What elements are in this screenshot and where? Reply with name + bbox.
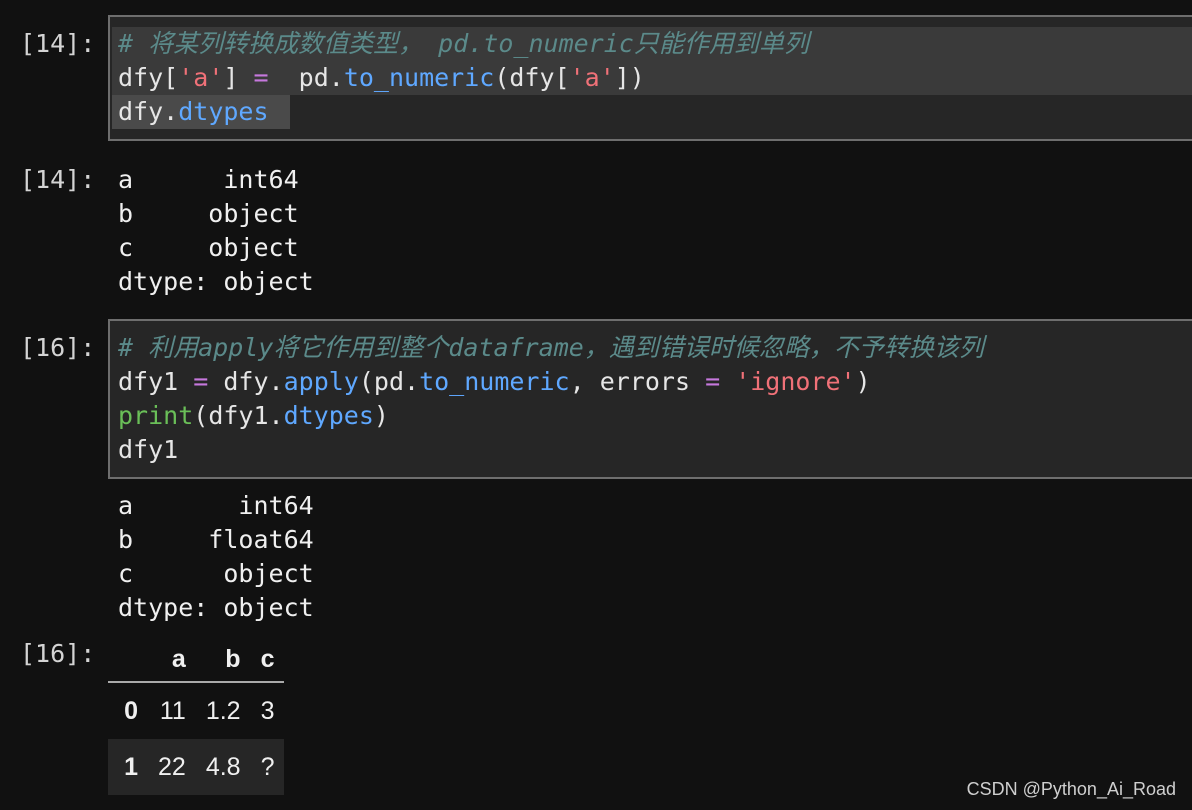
comment-text: # 利用apply将它作用到整个dataframe，遇到错误时候忽略，不予转换该… xyxy=(118,333,984,362)
code-line-comment: # 将某列转换成数值类型， pd.to_numeric只能作用到单列 xyxy=(118,27,809,61)
code-token: ]) xyxy=(614,63,645,92)
output-line: c object xyxy=(118,559,314,588)
column-header: a xyxy=(148,637,196,683)
code-line-comment: # 利用apply将它作用到整个dataframe，遇到错误时候忽略，不予转换该… xyxy=(118,331,984,365)
table-row: 0 11 1.2 3 xyxy=(108,682,284,739)
table-row: 1 22 4.8 ? xyxy=(108,739,285,795)
code-token: (dfy1. xyxy=(193,401,284,430)
table-cell: 4.8 xyxy=(205,752,241,781)
operator-token: = xyxy=(253,63,269,92)
index-header xyxy=(108,637,148,683)
row-index: 1 xyxy=(124,752,138,781)
watermark: CSDN @Python_Ai_Road xyxy=(966,779,1176,799)
function-token: to_numeric xyxy=(419,367,570,396)
output-line: a int64 xyxy=(118,165,299,194)
function-token: to_numeric xyxy=(343,63,495,92)
table-cell: 11 xyxy=(159,696,186,725)
input-prompt-14: [14]: xyxy=(20,29,96,58)
table-cell: ? xyxy=(260,752,275,781)
output-line: b float64 xyxy=(118,525,314,554)
code-token: (dfy[ xyxy=(494,63,570,92)
output-line: c object xyxy=(118,233,299,262)
output-line: dtype: object xyxy=(118,267,314,296)
dataframe-table: a b c 0 11 1.2 3 1 22 4.8 ? xyxy=(108,637,285,795)
output-prompt-16: [16]: xyxy=(20,639,96,668)
column-header: c xyxy=(250,637,285,683)
input-prompt-16: [16]: xyxy=(20,333,96,362)
code-line: dfy['a'] = pd.to_numeric(dfy['a']) xyxy=(118,61,645,95)
table-cell: 22 xyxy=(158,752,186,781)
output-prompt-14: [14]: xyxy=(20,165,96,194)
code-token: dfy1 xyxy=(118,435,179,464)
operator-token: = xyxy=(193,367,209,396)
code-token: dfy. xyxy=(118,97,179,126)
output-line: b object xyxy=(118,199,299,228)
function-token: apply xyxy=(283,367,359,396)
comment-text: # 将某列转换成数值类型， pd.to_numeric只能作用到单列 xyxy=(118,29,809,58)
code-token: ) xyxy=(855,367,871,396)
attribute-token: dtypes xyxy=(178,97,269,126)
code-line: print(dfy1.dtypes) xyxy=(118,399,389,433)
table-cell: 1.2 xyxy=(205,696,241,725)
builtin-token: print xyxy=(118,401,194,430)
string-token: 'ignore' xyxy=(735,367,856,396)
column-header: b xyxy=(195,637,251,683)
code-line: dfy1 xyxy=(118,433,178,467)
attribute-token: dtypes xyxy=(283,401,374,430)
code-token: dfy. xyxy=(208,367,284,396)
output-line: dtype: object xyxy=(118,593,314,622)
code-token: dfy[ xyxy=(118,63,179,92)
code-line: dfy.dtypes xyxy=(118,95,284,129)
code-line: dfy1 = dfy.apply(pd.to_numeric, errors =… xyxy=(118,365,871,399)
string-token: 'a' xyxy=(569,63,615,92)
code-token: , errors xyxy=(569,367,706,396)
string-token: 'a' xyxy=(178,63,224,92)
code-token: pd. xyxy=(268,63,344,92)
code-token: ) xyxy=(373,401,389,430)
table-header-row: a b c xyxy=(108,637,285,683)
code-token: dfy1 xyxy=(118,367,194,396)
row-index: 0 xyxy=(124,696,138,725)
code-token: (pd. xyxy=(358,367,420,396)
output-line: a int64 xyxy=(118,491,314,520)
table-cell: 3 xyxy=(260,696,275,725)
code-token: ] xyxy=(223,63,254,92)
operator-token: = xyxy=(705,367,721,396)
